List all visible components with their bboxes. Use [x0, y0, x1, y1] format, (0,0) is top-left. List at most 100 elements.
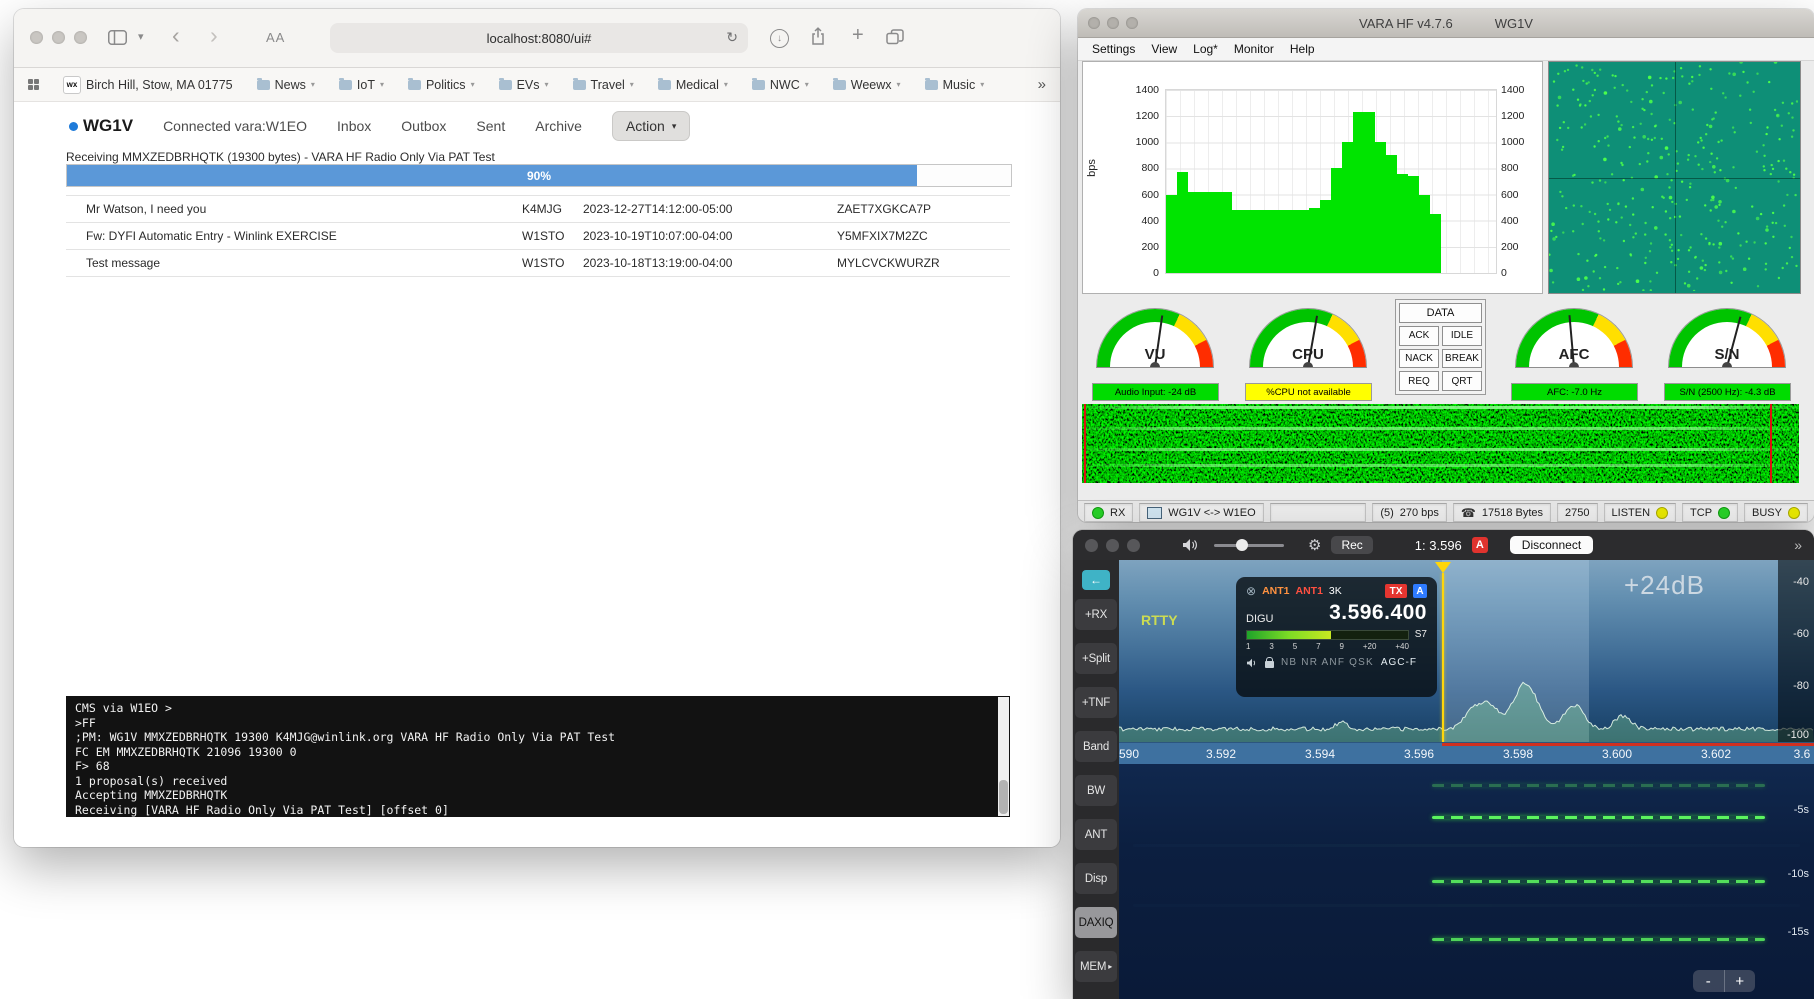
titlebar-overflow-icon[interactable]: » — [1794, 537, 1802, 553]
chevron-down-icon[interactable]: ▾ — [138, 30, 144, 43]
zoom-button[interactable] — [1127, 539, 1140, 552]
data-button-ack[interactable]: ACK — [1399, 326, 1439, 346]
bookmark-folder-nwc[interactable]: NWC▾ — [752, 78, 809, 92]
data-button-break[interactable]: BREAK — [1442, 349, 1482, 369]
sidebar-button-rx[interactable]: +RX — [1075, 599, 1117, 630]
reader-button[interactable]: AA — [266, 30, 285, 45]
forward-button[interactable]: › — [210, 22, 218, 49]
nav-item-1[interactable]: Inbox — [337, 118, 371, 134]
site-favicon: wx — [63, 76, 81, 94]
sidebar-button-tnf[interactable]: +TNF — [1075, 687, 1117, 718]
tune-marker-icon[interactable] — [1435, 562, 1451, 573]
bookmark-folder-news[interactable]: News▾ — [257, 78, 315, 92]
downloads-icon[interactable]: ↓ — [770, 29, 789, 48]
back-button[interactable]: ‹ — [172, 22, 180, 49]
bookmark-folder-music[interactable]: Music▾ — [925, 78, 985, 92]
new-tab-button[interactable]: + — [852, 24, 864, 47]
menu-log[interactable]: Log* — [1185, 40, 1226, 58]
bookmark-folder-label: Weewx — [851, 78, 892, 92]
close-button[interactable] — [1088, 17, 1100, 29]
data-button-idle[interactable]: IDLE — [1442, 326, 1482, 346]
bookmark-folder-evs[interactable]: EVs▾ — [499, 78, 549, 92]
tab-overview-icon[interactable] — [886, 29, 904, 45]
zoom-button[interactable] — [74, 31, 87, 44]
sidebar-button-split[interactable]: +Split — [1075, 643, 1117, 674]
nav-item-3[interactable]: Sent — [476, 118, 505, 134]
bookmarks-bar: wx Birch Hill, Stow, MA 01775 News▾ IoT▾ P… — [14, 68, 1060, 102]
sidebar-button-band[interactable]: Band — [1075, 731, 1117, 762]
settings-gear-icon[interactable]: ⚙ — [1308, 536, 1321, 554]
close-button[interactable] — [1085, 539, 1098, 552]
minimize-button[interactable] — [1106, 539, 1119, 552]
zoom-button[interactable] — [1126, 17, 1138, 29]
reload-icon[interactable]: ↻ — [726, 29, 738, 46]
back-button[interactable]: ← — [1082, 570, 1110, 590]
sidebar-button-disp[interactable]: Disp — [1075, 863, 1117, 894]
nav-item-2[interactable]: Outbox — [401, 118, 446, 134]
message-row[interactable]: Test messageW1STO2023-10-18T13:19:00-04:… — [66, 250, 1010, 277]
sdr-waterfall[interactable]: -5s-10s-15s - + — [1119, 764, 1814, 999]
tx-badge: TX — [1385, 584, 1407, 598]
vfo-info-box[interactable]: ⊗ ANT1 ANT1 3K TX A DIGU 3.596.400 — [1236, 577, 1437, 697]
bookmark-folder-medical[interactable]: Medical▾ — [658, 78, 728, 92]
menu-monitor[interactable]: Monitor — [1226, 40, 1282, 58]
speaker-icon[interactable] — [1246, 658, 1258, 668]
data-button-req[interactable]: REQ — [1399, 371, 1439, 391]
menu-help[interactable]: Help — [1282, 40, 1323, 58]
volume-slider[interactable] — [1214, 538, 1284, 552]
nav-item-4[interactable]: Archive — [535, 118, 582, 134]
message-row[interactable]: Mr Watson, I need youK4MJG2023-12-27T14:… — [66, 195, 1010, 223]
slider-knob[interactable] — [1236, 539, 1248, 551]
menu-settings[interactable]: Settings — [1084, 40, 1143, 58]
bookmark-site[interactable]: wx Birch Hill, Stow, MA 01775 — [63, 76, 233, 94]
zoom-out-button[interactable]: - — [1693, 970, 1725, 992]
menu-view[interactable]: View — [1143, 40, 1185, 58]
record-button[interactable]: Rec — [1331, 536, 1372, 554]
lock-icon[interactable] — [1265, 661, 1274, 668]
share-icon[interactable] — [810, 27, 826, 46]
speaker-icon[interactable] — [1182, 538, 1198, 552]
action-dropdown-button[interactable]: Action ▾ — [612, 111, 690, 141]
sdr-titlebar: ⚙ Rec 1: 3.596 A Disconnect » — [1073, 530, 1814, 560]
frequency-scale[interactable]: 5903.5923.5943.5963.5983.6003.6023.6 — [1119, 742, 1814, 765]
chart-bar — [1397, 174, 1408, 273]
favorites-grid-icon[interactable] — [28, 79, 39, 90]
data-button-nack[interactable]: NACK — [1399, 349, 1439, 369]
scrollbar-thumb[interactable] — [999, 780, 1008, 814]
zoom-in-button[interactable]: + — [1725, 970, 1756, 992]
waterfall-signal-streak — [1432, 816, 1766, 819]
bookmark-folder-iot[interactable]: IoT▾ — [339, 78, 384, 92]
waterfall-signal-streak — [1133, 844, 1800, 847]
bookmark-folder-politics[interactable]: Politics▾ — [408, 78, 475, 92]
session-terminal[interactable]: CMS via W1EO >>FF;PM: WG1V MMXZEDBRHQTK … — [66, 696, 1010, 817]
agc-label[interactable]: AGC-F — [1381, 657, 1417, 668]
spectrum-display[interactable]: +24dB RTTY ⊗ ANT1 ANT1 3K — [1119, 560, 1814, 742]
waterfall-signal-streak — [1432, 880, 1766, 883]
s-meter-tick-label: 3 — [1269, 642, 1273, 651]
message-row[interactable]: Fw: DYFI Automatic Entry - Winlink EXERC… — [66, 223, 1010, 250]
vfo-row-indicators: ⊗ ANT1 ANT1 3K TX A — [1246, 584, 1427, 598]
sidebar-toggle-icon[interactable] — [108, 30, 127, 45]
nav-item-0[interactable]: Connected vara:W1EO — [163, 118, 307, 134]
sidebar-button-ant[interactable]: ANT — [1075, 819, 1117, 850]
frequency-readout[interactable]: 3.596.400 — [1329, 601, 1427, 625]
mute-icon[interactable]: ⊗ — [1246, 584, 1256, 598]
data-button-qrt[interactable]: QRT — [1442, 371, 1482, 391]
sidebar-button-mem[interactable]: MEM▸ — [1075, 951, 1117, 982]
sidebar-button-bw[interactable]: BW — [1075, 775, 1117, 806]
mode-label[interactable]: DIGU — [1246, 613, 1274, 625]
chevron-down-icon: ▾ — [897, 80, 901, 89]
close-button[interactable] — [30, 31, 43, 44]
gauge-label: CPU — [1250, 346, 1366, 363]
bookmarks-overflow-icon[interactable]: » — [1038, 76, 1046, 93]
folder-icon — [833, 80, 846, 90]
disconnect-button[interactable]: Disconnect — [1510, 536, 1593, 554]
sidebar-button-daxiq[interactable]: DAXIQ — [1075, 907, 1117, 938]
slider-track — [1214, 544, 1284, 547]
terminal-scrollbar[interactable] — [998, 697, 1009, 816]
bookmark-folder-travel[interactable]: Travel▾ — [573, 78, 634, 92]
minimize-button[interactable] — [52, 31, 65, 44]
minimize-button[interactable] — [1107, 17, 1119, 29]
address-bar[interactable]: localhost:8080/ui# ↻ — [330, 23, 748, 53]
bookmark-folder-weewx[interactable]: Weewx ▾ — [833, 78, 901, 92]
